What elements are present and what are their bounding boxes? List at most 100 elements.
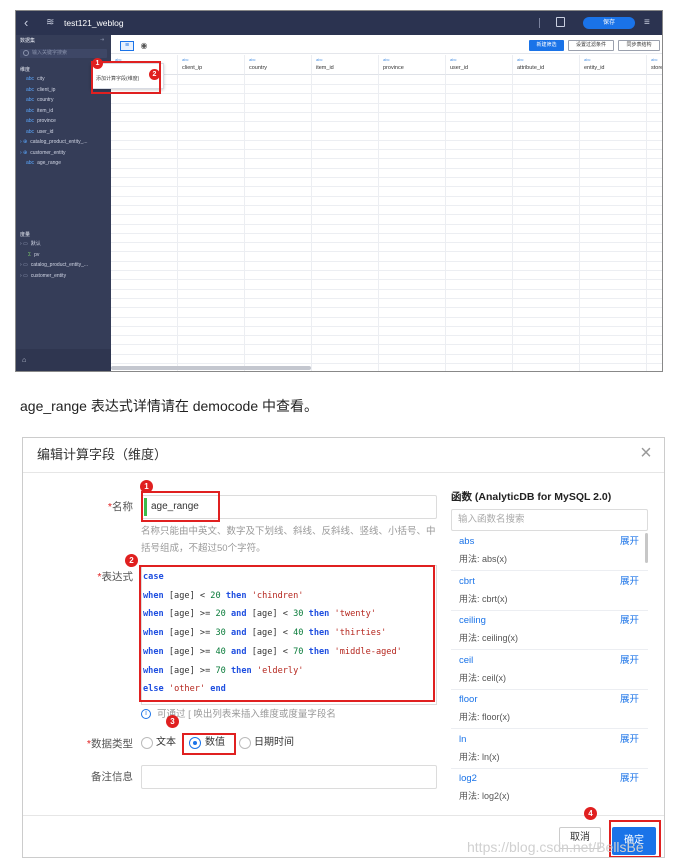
field-type-tag: abc bbox=[651, 57, 658, 62]
dialog-title: 编辑计算字段（维度） bbox=[37, 447, 168, 462]
code-token: 'chindren' bbox=[251, 590, 304, 601]
sidebar-measure-item[interactable]: › ▭ catalog_product_entity_... bbox=[20, 261, 88, 269]
function-usage: 用法: ln(x) bbox=[459, 751, 500, 763]
expand-link[interactable]: 展开 bbox=[620, 615, 639, 627]
column-name: client_ip bbox=[182, 65, 203, 71]
function-name[interactable]: ln bbox=[459, 734, 466, 746]
function-usage: 用法: floor(x) bbox=[459, 711, 510, 723]
expand-link[interactable]: 展开 bbox=[620, 734, 639, 746]
function-item[interactable]: ln 展开用法: ln(x) bbox=[451, 730, 648, 769]
column-name: store bbox=[651, 65, 663, 71]
type-datetime-radio[interactable] bbox=[239, 737, 251, 749]
code-token: when bbox=[143, 665, 164, 676]
back-arrow-icon[interactable]: ‹ bbox=[24, 16, 36, 30]
function-name[interactable]: ceiling bbox=[459, 615, 486, 627]
table-row bbox=[111, 158, 662, 160]
column-header[interactable]: abc entity_id bbox=[580, 55, 647, 75]
list-view-icon[interactable]: ≡ bbox=[120, 41, 134, 51]
horizontal-scrollbar[interactable] bbox=[111, 366, 311, 370]
close-icon[interactable]: × bbox=[637, 443, 655, 463]
expand-link[interactable]: 展开 bbox=[620, 655, 639, 667]
table-row bbox=[111, 232, 662, 234]
code-token: [age] < bbox=[163, 590, 211, 601]
sidebar-item-label: catalog_product_entity_... bbox=[30, 262, 89, 268]
folder-icon: › ▭ bbox=[20, 262, 28, 268]
code-line: else 'other' end bbox=[143, 683, 226, 695]
type-datetime-label[interactable]: 日期时间 bbox=[254, 736, 294, 750]
column-header[interactable]: abc client_ip bbox=[178, 55, 245, 75]
function-usage: 用法: cbrt(x) bbox=[459, 593, 508, 605]
expand-link[interactable]: 展开 bbox=[620, 536, 639, 548]
function-item[interactable]: abs 展开 用法: abs(x) bbox=[451, 532, 648, 571]
sidebar-measure-item[interactable]: › ▭ 默认 bbox=[20, 240, 41, 248]
copy-icon[interactable] bbox=[556, 17, 565, 27]
usage-prefix: 用法: bbox=[459, 672, 483, 683]
sidebar-group-item[interactable]: › ⊕ catalog_product_entity_... bbox=[20, 138, 88, 146]
sidebar-item-label: 默认 bbox=[30, 241, 41, 247]
sidebar-dimension-item[interactable]: abc city bbox=[26, 75, 45, 83]
field-type-tag: abc bbox=[249, 57, 256, 62]
function-name[interactable]: log2 bbox=[459, 773, 477, 785]
function-item[interactable]: cbrt 展开用法: cbrt(x) bbox=[451, 572, 648, 611]
expression-label: *表达式 bbox=[97, 571, 133, 583]
function-list-scrollbar[interactable] bbox=[645, 533, 648, 563]
code-line: when [age] >= 70 then 'elderly' bbox=[143, 665, 303, 677]
column-header[interactable]: abc attribute_id bbox=[513, 55, 580, 75]
sidebar-dimension-item[interactable]: abc user_id bbox=[26, 128, 53, 136]
code-token: 40 bbox=[293, 628, 304, 639]
type-text-radio[interactable] bbox=[141, 737, 153, 749]
function-search-input[interactable]: 输入函数名搜索 bbox=[451, 509, 648, 531]
sync-schema-button[interactable]: 同步表结构 bbox=[618, 40, 660, 51]
note-label: 备注信息 bbox=[91, 771, 133, 783]
preview-toggle-icon[interactable]: ◉ bbox=[137, 41, 151, 51]
function-item[interactable]: floor 展开用法: floor(x) bbox=[451, 690, 648, 729]
sidebar-group-item[interactable]: › ⊕ customer_entity bbox=[20, 149, 66, 157]
code-token: 'elderly' bbox=[256, 665, 304, 676]
function-name[interactable]: floor bbox=[459, 694, 477, 706]
sidebar-dimension-item[interactable]: abc client_ip bbox=[26, 86, 55, 94]
column-header[interactable]: abc store bbox=[647, 55, 663, 75]
new-filter-button[interactable]: 新建筛选 bbox=[529, 40, 564, 51]
menu-icon[interactable]: ≡ bbox=[644, 17, 654, 28]
column-header[interactable]: abc province bbox=[379, 55, 446, 75]
code-token: else bbox=[143, 684, 164, 695]
expand-link[interactable]: 展开 bbox=[620, 576, 639, 588]
column-header[interactable]: abc user_id bbox=[446, 55, 513, 75]
table-row bbox=[111, 279, 662, 281]
function-item[interactable]: log2 展开 用法: log2(x) bbox=[451, 769, 648, 804]
sidebar-item-label: client_ip bbox=[37, 86, 56, 93]
sidebar-dimension-item[interactable]: abc province bbox=[26, 117, 56, 125]
code-line: when [age] >= 40 and [age] < 70 then 'mi… bbox=[143, 646, 402, 658]
function-name[interactable]: cbrt bbox=[459, 576, 475, 588]
expand-link[interactable]: 展开 bbox=[620, 694, 639, 706]
save-button[interactable]: 保存 bbox=[583, 17, 635, 29]
function-item[interactable]: ceiling 展开 用法: ceiling(x) bbox=[451, 611, 648, 650]
code-token: 'other' bbox=[168, 684, 206, 695]
sidebar-dimension-item[interactable]: abc country bbox=[26, 96, 53, 104]
column-header[interactable]: abc country bbox=[245, 55, 312, 75]
sidebar-measure-item[interactable]: Σpv bbox=[28, 251, 39, 259]
sidebar-calc-field-item[interactable]: abc age_range bbox=[26, 159, 61, 167]
set-filter-button[interactable]: 设置过滤条件 bbox=[568, 40, 614, 51]
code-token: and bbox=[231, 628, 247, 639]
function-item[interactable]: ceil 展开 用法: ceil(x) bbox=[451, 651, 648, 690]
sidebar-dimension-item[interactable]: abc item_id bbox=[26, 107, 53, 115]
collapse-icon[interactable]: ⇥ bbox=[100, 37, 104, 43]
note-field[interactable] bbox=[141, 765, 437, 789]
column-header[interactable]: abc item_id bbox=[312, 55, 379, 75]
table-row bbox=[111, 223, 662, 225]
divider bbox=[23, 472, 664, 473]
expand-link[interactable]: 展开 bbox=[620, 773, 639, 785]
column-name: province bbox=[383, 65, 404, 71]
sidebar-measure-item[interactable]: › ▭ customer_entity bbox=[20, 272, 66, 280]
code-token: 20 bbox=[215, 609, 226, 620]
table-row bbox=[111, 149, 662, 151]
field-search-input[interactable]: 输入关键字搜索 bbox=[20, 49, 107, 58]
sidebar-item-label: age_range bbox=[37, 160, 61, 166]
home-icon[interactable]: ⌂ bbox=[22, 357, 30, 365]
function-name[interactable]: abs bbox=[459, 536, 474, 548]
toolbar-divider bbox=[539, 18, 540, 28]
name-hint: 名称只能由中英文、数字及下划线、斜线、反斜线、竖线、小括号、中括号组成，不超过5… bbox=[141, 526, 436, 554]
type-text-label[interactable]: 文本 bbox=[156, 736, 176, 750]
function-name[interactable]: ceil bbox=[459, 655, 473, 667]
